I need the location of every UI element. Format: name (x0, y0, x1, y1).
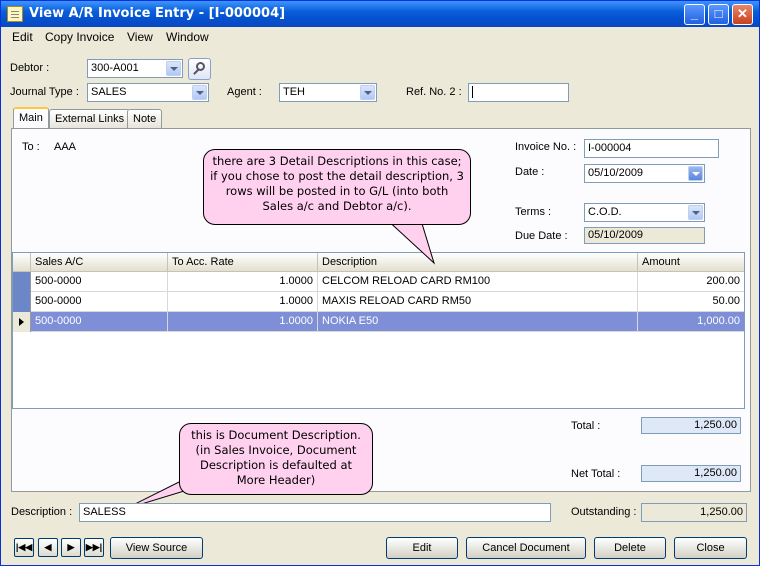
to-label: To : (22, 141, 40, 153)
date-picker[interactable]: 05/10/2009 (584, 164, 705, 183)
tab-external-links[interactable]: External Links (49, 109, 131, 128)
cell-sales-ac[interactable]: 500-0000 (31, 312, 168, 332)
due-date-value: 05/10/2009 (588, 229, 644, 241)
journal-type-label: Journal Type : (10, 86, 79, 98)
last-record-button[interactable]: ▶▶| (84, 538, 104, 557)
total-value: 1,250.00 (694, 419, 737, 431)
chevron-down-icon[interactable] (192, 85, 207, 100)
ref-no-2-label: Ref. No. 2 : (406, 86, 462, 98)
edit-button[interactable]: Edit (386, 537, 458, 559)
outstanding-field: 1,250.00 (641, 503, 747, 522)
cell-description[interactable]: MAXIS RELOAD CARD RM50 (318, 292, 638, 312)
due-date-label: Due Date : (515, 230, 568, 242)
agent-label: Agent : (227, 86, 262, 98)
cell-sales-ac[interactable]: 500-0000 (31, 272, 168, 292)
net-total-value: 1,250.00 (694, 467, 737, 479)
cell-rate[interactable]: 1.0000 (168, 292, 318, 312)
delete-button[interactable]: Delete (594, 537, 666, 559)
column-header-amount[interactable]: Amount (638, 253, 744, 272)
cell-description[interactable]: CELCOM RELOAD CARD RM100 (318, 272, 638, 292)
minimize-button[interactable]: _ (684, 4, 705, 25)
terms-label: Terms : (515, 206, 552, 218)
journal-type-value: SALES (91, 86, 127, 98)
document-icon (7, 6, 23, 22)
maximize-button[interactable]: □ (708, 4, 729, 25)
debtor-label: Debtor : (10, 62, 50, 74)
ref-no-2-input[interactable] (468, 83, 569, 102)
close-button[interactable]: Close (674, 537, 747, 559)
menu-edit[interactable]: Edit (12, 30, 33, 44)
cell-amount[interactable]: 50.00 (638, 292, 744, 312)
previous-record-button[interactable]: ◀ (38, 538, 58, 557)
cell-description[interactable]: NOKIA E50 (318, 312, 638, 332)
to-value: AAA (54, 141, 77, 153)
menu-bar: Edit Copy Invoice View Window (1, 27, 759, 47)
description-label: Description : (11, 506, 73, 518)
net-total-field: 1,250.00 (641, 465, 741, 482)
chevron-down-icon[interactable] (360, 85, 375, 100)
ref-no-2-value (472, 86, 474, 98)
chevron-down-icon[interactable] (166, 61, 181, 76)
description-input[interactable]: SALESS (79, 503, 551, 522)
invoice-no-value: I-000004 (588, 142, 632, 154)
title-bar[interactable]: View A/R Invoice Entry - [I-000004] _ □ … (1, 1, 759, 27)
debtor-search-button[interactable] (188, 58, 211, 80)
window-title: View A/R Invoice Entry - [I-000004] (29, 6, 286, 21)
menu-view[interactable]: View (127, 30, 153, 44)
menu-window[interactable]: Window (166, 30, 209, 44)
agent-select[interactable]: TEH (279, 83, 377, 102)
row-indicator[interactable] (13, 272, 31, 292)
cell-amount[interactable]: 200.00 (638, 272, 744, 292)
table-row[interactable]: 500-0000 1.0000 CELCOM RELOAD CARD RM100… (13, 272, 744, 292)
table-row[interactable]: 500-0000 1.0000 MAXIS RELOAD CARD RM50 5… (13, 292, 744, 312)
debtor-value: 300-A001 (91, 62, 139, 74)
description-value: SALESS (83, 506, 126, 518)
detail-description-callout: there are 3 Detail Descriptions in this … (203, 149, 471, 225)
cell-sales-ac[interactable]: 500-0000 (31, 292, 168, 312)
cell-amount[interactable]: 1,000.00 (638, 312, 744, 332)
journal-type-select[interactable]: SALES (87, 83, 209, 102)
terms-select[interactable]: C.O.D. (584, 203, 705, 222)
row-indicator[interactable] (13, 292, 31, 312)
agent-value: TEH (283, 86, 305, 98)
cancel-document-button[interactable]: Cancel Document (466, 537, 586, 559)
cell-rate[interactable]: 1.0000 (168, 272, 318, 292)
tab-main[interactable]: Main (13, 107, 49, 129)
outstanding-value: 1,250.00 (700, 506, 743, 518)
menu-copy-invoice[interactable]: Copy Invoice (45, 30, 114, 44)
invoice-no-label: Invoice No. : (515, 141, 577, 153)
first-record-button[interactable]: |◀◀ (14, 538, 34, 557)
column-header-description[interactable]: Description (318, 253, 638, 272)
close-window-button[interactable]: ✕ (732, 4, 753, 25)
invoice-window: View A/R Invoice Entry - [I-000004] _ □ … (0, 0, 760, 566)
chevron-down-icon[interactable] (688, 205, 703, 220)
table-row-selected[interactable]: 500-0000 1.0000 NOKIA E50 1,000.00 (13, 312, 744, 332)
detail-grid[interactable]: Sales A/C To Acc. Rate Description Amoun… (12, 252, 745, 409)
current-row-arrow-icon[interactable] (13, 312, 31, 332)
due-date-field: 05/10/2009 (584, 227, 705, 244)
date-label: Date : (515, 166, 545, 178)
invoice-no-field[interactable]: I-000004 (584, 139, 719, 158)
terms-value: C.O.D. (588, 206, 622, 218)
total-label: Total : (571, 420, 601, 432)
column-header-rate[interactable]: To Acc. Rate (168, 253, 318, 272)
cell-rate[interactable]: 1.0000 (168, 312, 318, 332)
date-value: 05/10/2009 (588, 167, 644, 179)
view-source-button[interactable]: View Source (110, 537, 203, 559)
net-total-label: Net Total : (571, 468, 621, 480)
column-header-sales-ac[interactable]: Sales A/C (31, 253, 168, 272)
document-description-callout: this is Document Description. (in Sales … (179, 423, 373, 495)
debtor-select[interactable]: 300-A001 (87, 59, 183, 78)
outstanding-label: Outstanding : (571, 506, 637, 518)
tab-note[interactable]: Note (127, 109, 163, 128)
chevron-down-icon[interactable] (688, 166, 703, 181)
total-field: 1,250.00 (641, 417, 741, 434)
next-record-button[interactable]: ▶ (61, 538, 81, 557)
